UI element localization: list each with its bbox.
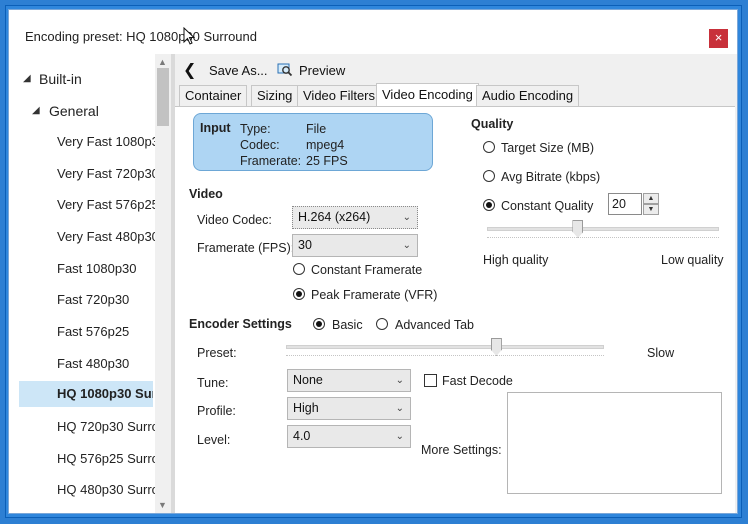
title-bar: Encoding preset: HQ 1080p30 Surround × <box>9 10 737 54</box>
tab-sizing[interactable]: Sizing <box>251 85 299 107</box>
level-value: 4.0 <box>293 429 311 443</box>
main-pane: ❮ Save As... Preview Container Sizing Vi… <box>171 54 737 513</box>
preset-slider-ticks <box>286 355 604 359</box>
encoder-settings-heading: Encoder Settings <box>189 317 292 331</box>
tab-audio-encoding[interactable]: Audio Encoding <box>476 85 580 107</box>
target-size-radio[interactable] <box>483 141 495 153</box>
tree-item-preset[interactable]: HQ 576p25 Surround <box>57 451 171 466</box>
tab-video-filters[interactable]: Video Filters <box>297 85 382 107</box>
avg-bitrate-label[interactable]: Avg Bitrate (kbps) <box>501 170 600 184</box>
constant-framerate-label[interactable]: Constant Framerate <box>311 263 422 277</box>
video-codec-value: H.264 (x264) <box>298 210 371 224</box>
chevron-down-icon: ⌄ <box>402 240 411 251</box>
framerate-label: Framerate (FPS): <box>197 241 295 255</box>
preset-slow-label: Slow <box>647 346 675 360</box>
level-label: Level: <box>197 433 231 447</box>
back-icon[interactable]: ❮ <box>183 60 196 80</box>
tree-item-preset[interactable]: Very Fast 1080p30 <box>57 134 166 149</box>
tree-item-preset[interactable]: Fast 480p30 <box>57 356 129 371</box>
constant-quality-radio[interactable] <box>483 199 495 211</box>
scrollbar-thumb[interactable] <box>157 68 169 126</box>
tree-group-general[interactable]: General <box>49 103 99 119</box>
constant-framerate-radio[interactable] <box>293 263 305 275</box>
scroll-up-icon[interactable]: ▲ <box>158 57 167 67</box>
input-type-label: Type: <box>240 122 271 136</box>
tab-video-encoding[interactable]: Video Encoding <box>376 83 479 107</box>
tune-value: None <box>293 373 323 387</box>
input-heading: Input <box>200 121 231 135</box>
level-select[interactable]: 4.0 ⌄ <box>287 425 411 448</box>
advanced-tab-radio[interactable] <box>376 318 388 330</box>
tab-container[interactable]: Container <box>179 85 248 107</box>
framerate-value: 30 <box>298 238 312 252</box>
video-encoding-panel: Input Type: File Codec: mpeg4 Framerate:… <box>175 106 735 513</box>
input-framerate-label: Framerate: <box>240 154 302 168</box>
tree-item-preset[interactable]: Very Fast 576p25 <box>57 197 159 212</box>
window-title: Encoding preset: HQ 1080p30 Surround <box>25 29 257 44</box>
advanced-tab-label[interactable]: Advanced Tab <box>395 318 474 332</box>
target-size-label[interactable]: Target Size (MB) <box>501 141 594 155</box>
video-codec-select[interactable]: H.264 (x264) ⌄ <box>292 206 418 229</box>
tree-item-preset-selected[interactable]: HQ 1080p30 Surround <box>19 381 153 407</box>
chevron-down-icon: ⌄ <box>395 431 404 442</box>
expanded-triangle-icon[interactable]: ◢ <box>32 105 40 116</box>
more-settings-label: More Settings: <box>421 443 502 457</box>
tree-item-preset[interactable]: Fast 1080p30 <box>57 261 137 276</box>
input-info-box: Input Type: File Codec: mpeg4 Framerate:… <box>193 113 433 171</box>
input-codec-label: Codec: <box>240 138 280 152</box>
constant-quality-input[interactable]: 20 <box>608 193 642 215</box>
tree-item-preset[interactable]: Very Fast 480p30 <box>57 229 159 244</box>
profile-select[interactable]: High ⌄ <box>287 397 411 420</box>
tree-item-preset[interactable]: Very Fast 720p30 <box>57 166 159 181</box>
chevron-down-icon: ⌄ <box>402 212 411 223</box>
chevron-down-icon: ⌄ <box>395 375 404 386</box>
close-button[interactable]: × <box>709 29 728 48</box>
spin-up-icon[interactable]: ▲ <box>643 193 659 204</box>
peak-framerate-label[interactable]: Peak Framerate (VFR) <box>311 288 437 302</box>
chevron-down-icon: ⌄ <box>395 403 404 414</box>
peak-framerate-radio[interactable] <box>293 288 305 300</box>
tree-root-built-in[interactable]: Built-in <box>39 71 82 87</box>
expanded-triangle-icon[interactable]: ◢ <box>23 73 31 84</box>
high-quality-label: High quality <box>483 253 549 267</box>
constant-quality-label[interactable]: Constant Quality <box>501 199 593 213</box>
quality-slider-ticks <box>487 237 719 241</box>
input-framerate-value: 25 FPS <box>306 154 348 168</box>
quality-slider-thumb[interactable] <box>572 220 584 238</box>
spin-down-icon[interactable]: ▼ <box>643 204 659 215</box>
more-settings-textarea[interactable] <box>507 392 722 494</box>
preset-slider-track[interactable] <box>286 345 604 349</box>
profile-label: Profile: <box>197 404 236 418</box>
input-codec-value: mpeg4 <box>306 138 345 152</box>
fast-decode-label[interactable]: Fast Decode <box>442 374 513 388</box>
fast-decode-checkbox[interactable] <box>424 374 437 387</box>
input-type-value: File <box>306 122 327 136</box>
basic-radio[interactable] <box>313 318 325 330</box>
mouse-cursor-icon <box>183 26 196 50</box>
tune-select[interactable]: None ⌄ <box>287 369 411 392</box>
preview-icon[interactable] <box>277 62 293 80</box>
quality-slider-track[interactable] <box>487 227 719 231</box>
quality-heading: Quality <box>471 117 514 131</box>
profile-value: High <box>293 401 319 415</box>
preview-button[interactable]: Preview <box>299 63 345 78</box>
tree-item-preset[interactable]: HQ 720p30 Surround <box>57 419 171 434</box>
basic-label[interactable]: Basic <box>332 318 363 332</box>
tree-item-preset[interactable]: Fast 576p25 <box>57 324 129 339</box>
framerate-select[interactable]: 30 ⌄ <box>292 234 418 257</box>
preset-tree: ◢ Built-in ◢ General Very Fast 1080p30 V… <box>9 54 171 513</box>
tree-item-preset[interactable]: HQ 480p30 Surround <box>57 482 171 497</box>
preset-label: Preset: <box>197 346 237 360</box>
video-heading: Video <box>189 187 223 201</box>
preset-slider-thumb[interactable] <box>490 338 502 356</box>
tune-label: Tune: <box>197 376 229 390</box>
video-codec-label: Video Codec: <box>197 213 272 227</box>
scroll-down-icon[interactable]: ▼ <box>158 500 167 510</box>
tree-item-preset[interactable]: Fast 720p30 <box>57 292 129 307</box>
low-quality-label: Low quality <box>661 253 724 267</box>
save-as-button[interactable]: Save As... <box>209 63 268 78</box>
avg-bitrate-radio[interactable] <box>483 170 495 182</box>
preset-window: Encoding preset: HQ 1080p30 Surround × ◢… <box>8 9 738 514</box>
sidebar-scrollbar[interactable]: ▲ ▼ <box>155 54 171 513</box>
